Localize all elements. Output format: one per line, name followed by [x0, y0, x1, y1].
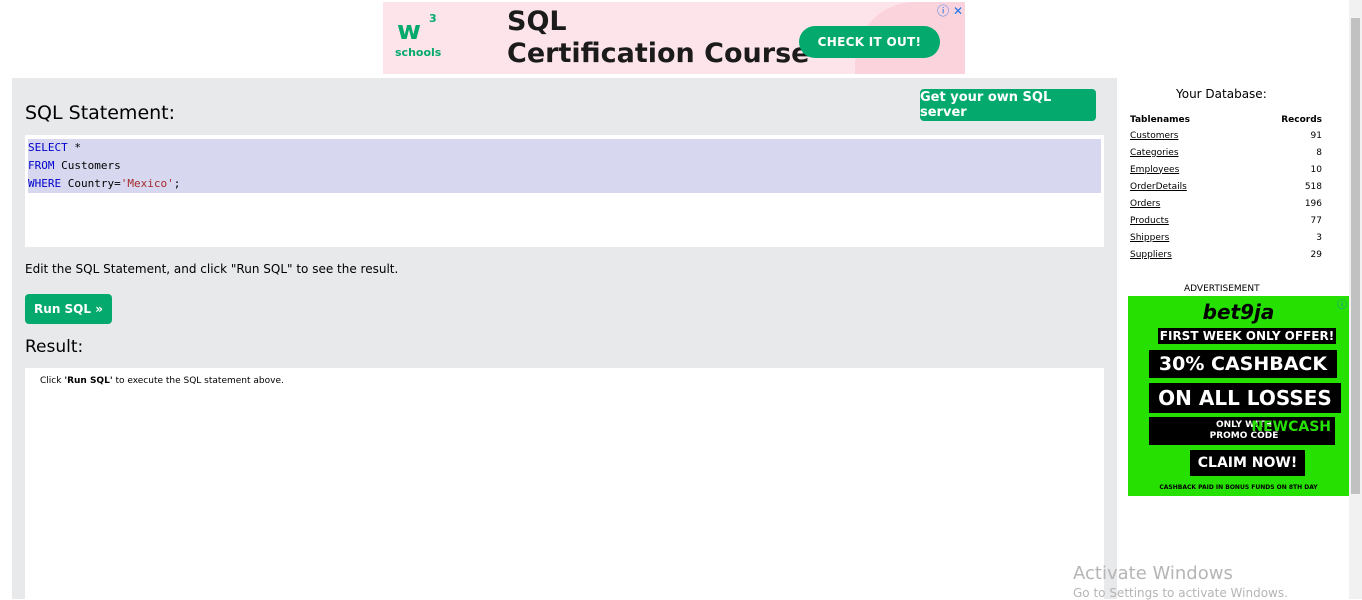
record-count: 77: [1310, 215, 1322, 226]
ad-promo-code: NEWCASH: [1251, 419, 1331, 435]
code-line: FROM Customers: [28, 157, 1101, 175]
result-msg-text: to execute the SQL statement above.: [112, 376, 284, 386]
table-header-row: Tablenames Records: [1130, 113, 1322, 127]
sql-editor[interactable]: SELECT * FROM Customers WHERE Country='M…: [25, 135, 1104, 247]
table-row: OrderDetails 518: [1130, 178, 1322, 195]
scrollbar-thumb[interactable]: [1351, 18, 1360, 494]
table-link[interactable]: Orders: [1130, 195, 1244, 212]
table-link[interactable]: Customers: [1130, 127, 1244, 144]
record-count: 10: [1310, 164, 1322, 175]
ad-line-losses: ON ALL LOSSES: [1149, 383, 1341, 413]
logo-mark: w: [397, 16, 421, 46]
top-ad-banner[interactable]: w 3 schools SQL Certification Course CHE…: [383, 2, 965, 74]
ad-title-line2: Certification Course: [507, 38, 810, 69]
code-line: SELECT *: [28, 139, 1101, 157]
table-link[interactable]: OrderDetails: [1130, 178, 1244, 195]
ad-line-promo: ONLY WITH PROMO CODE NEWCASH: [1149, 417, 1335, 445]
record-count: 196: [1304, 198, 1322, 209]
keyword: SELECT: [28, 141, 68, 154]
table-row: Employees 10: [1130, 161, 1322, 178]
database-table: Tablenames Records Customers 91 Categorie…: [1130, 113, 1322, 263]
table-row: Shippers 3: [1130, 229, 1322, 246]
table-row: Customers 91: [1130, 127, 1322, 144]
logo-superscript: 3: [429, 12, 437, 25]
ad-title-line1: SQL: [507, 6, 567, 37]
record-count: 3: [1316, 232, 1322, 243]
ad-brand: bet9ja: [1202, 300, 1275, 324]
keyword: FROM: [28, 159, 55, 172]
result-message: Click 'Run SQL' to execute the SQL state…: [40, 376, 284, 386]
code-text: Country=: [61, 177, 121, 190]
code-text: Customers: [54, 159, 121, 172]
table-link[interactable]: Products: [1130, 212, 1244, 229]
record-count: 91: [1310, 130, 1322, 141]
check-it-out-button[interactable]: CHECK IT OUT!: [799, 26, 940, 58]
side-ad-banner[interactable]: ⓘ bet9ja FIRST WEEK ONLY OFFER! 30% CASH…: [1128, 296, 1349, 496]
record-count: 518: [1304, 181, 1322, 192]
code-text: ;: [173, 177, 181, 190]
result-box: Click 'Run SQL' to execute the SQL state…: [25, 368, 1104, 599]
column-header-records: Records: [1281, 115, 1322, 125]
table-link[interactable]: Categories: [1130, 144, 1244, 161]
page-scrollbar[interactable]: [1349, 0, 1362, 599]
instruction-text: Edit the SQL Statement, and click "Run S…: [25, 262, 399, 276]
table-row: Orders 196: [1130, 195, 1322, 212]
table-link[interactable]: Suppliers: [1130, 246, 1244, 263]
get-own-sql-server-button[interactable]: Get your own SQL server: [920, 89, 1096, 121]
database-title: Your Database:: [1176, 87, 1267, 101]
table-row: Suppliers 29: [1130, 246, 1322, 263]
run-sql-button[interactable]: Run SQL »: [25, 294, 112, 324]
ad-fine-print: CASHBACK PAID IN BONUS FUNDS ON 8TH DAY: [1159, 484, 1318, 491]
ad-info-close-icon[interactable]: ⓘ ✕: [937, 2, 963, 19]
result-msg-text: Click: [40, 376, 65, 386]
activate-windows-watermark: Activate Windows: [1073, 563, 1233, 584]
ad-line-offer: FIRST WEEK ONLY OFFER!: [1158, 328, 1336, 344]
ad-line-cashback: 30% CASHBACK: [1149, 350, 1337, 378]
sql-code[interactable]: SELECT * FROM Customers WHERE Country='M…: [28, 139, 1101, 193]
table-link[interactable]: Employees: [1130, 161, 1244, 178]
ad-title: SQL Certification Course: [507, 6, 809, 70]
code-line: WHERE Country='Mexico';: [28, 175, 1101, 193]
result-heading: Result:: [25, 337, 84, 357]
string-literal: 'Mexico': [120, 177, 174, 190]
result-msg-bold: 'Run SQL': [64, 376, 113, 386]
activate-windows-subtext: Go to Settings to activate Windows.: [1073, 586, 1288, 600]
record-count: 8: [1316, 147, 1322, 158]
claim-now-button[interactable]: CLAIM NOW!: [1190, 450, 1305, 476]
table-link[interactable]: Shippers: [1130, 229, 1244, 246]
code-text: *: [67, 141, 81, 154]
table-row: Categories 8: [1130, 144, 1322, 161]
sql-tryit-panel: SQL Statement: Get your own SQL server S…: [12, 78, 1117, 599]
record-count: 29: [1310, 249, 1322, 260]
keyword: WHERE: [28, 177, 62, 190]
table-row: Products 77: [1130, 212, 1322, 229]
logo-text: schools: [395, 46, 442, 59]
column-header-tablenames: Tablenames: [1130, 115, 1191, 125]
sql-statement-heading: SQL Statement:: [25, 102, 176, 124]
advertisement-label: ADVERTISEMENT: [1184, 284, 1260, 294]
w3schools-logo: w 3 schools: [391, 12, 451, 64]
